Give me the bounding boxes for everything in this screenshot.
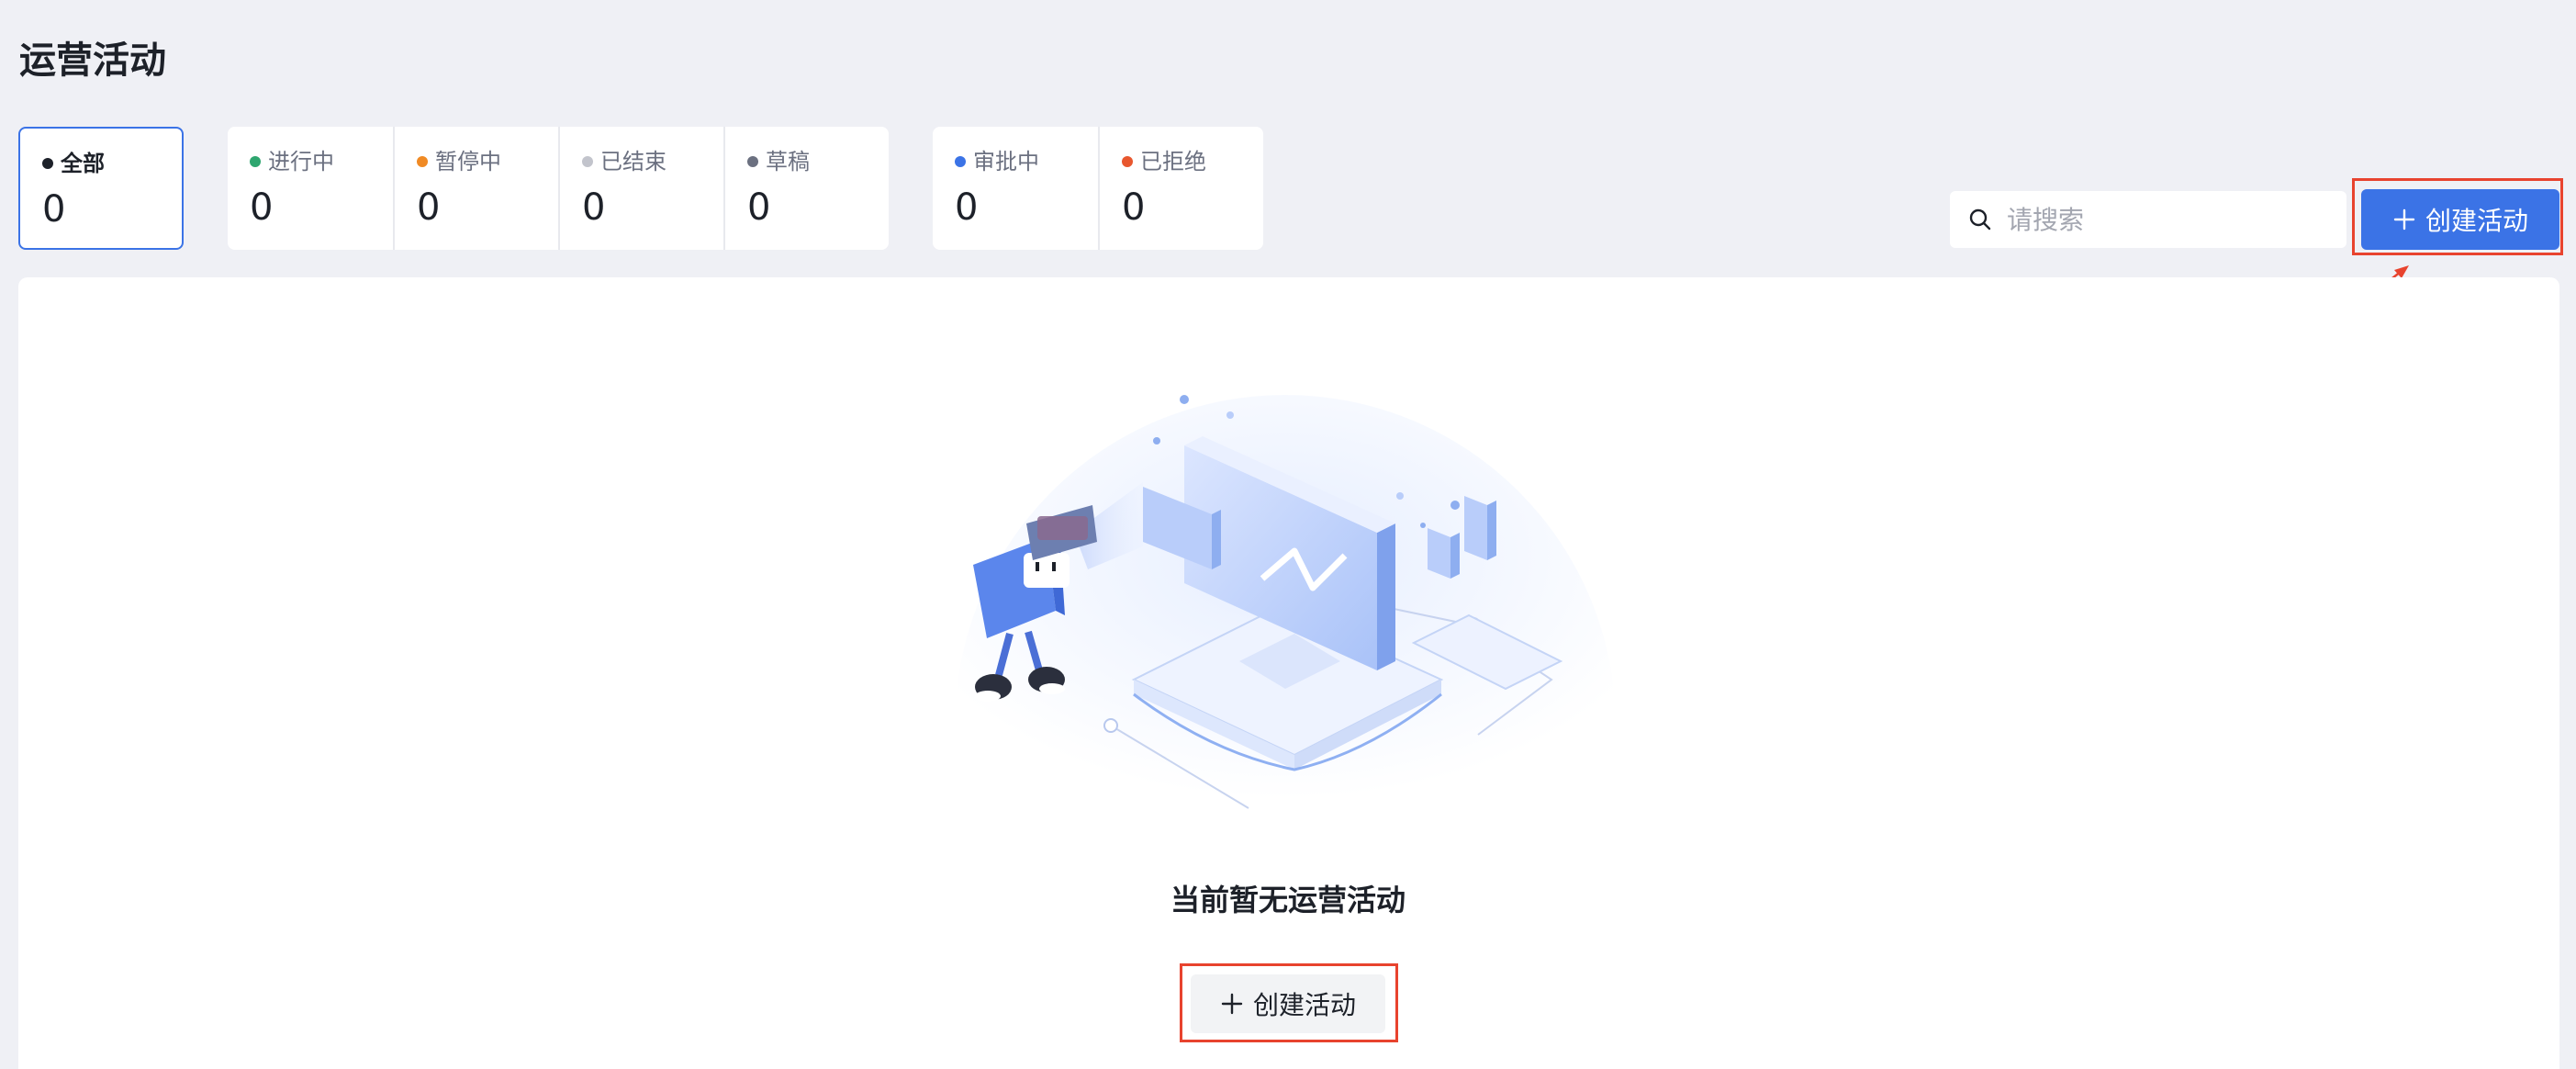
tab-group-approval: 审批中 0 已拒绝 0 (933, 127, 1263, 250)
status-dot (250, 156, 261, 167)
search-icon (1966, 206, 1994, 233)
tab-label: 草稿 (766, 149, 810, 174)
tab-head: 审批中 (955, 147, 1039, 176)
status-dot (747, 156, 758, 167)
tab-head: 进行中 (250, 147, 334, 176)
search-input[interactable] (2005, 203, 2330, 236)
tab-group-all: 全部 0 (18, 127, 184, 250)
annotation-highlight-box (2352, 178, 2563, 255)
tab-count: 0 (417, 186, 441, 229)
tab-count: 0 (1122, 186, 1146, 229)
tab-label: 审批中 (973, 149, 1039, 174)
status-dot (955, 156, 966, 167)
tab-all[interactable]: 全部 0 (18, 127, 184, 250)
tab-label: 已结束 (600, 149, 666, 174)
tab-count: 0 (42, 188, 66, 231)
tab-head: 全部 (42, 149, 105, 178)
tab-approving[interactable]: 审批中 0 (933, 127, 1098, 250)
tab-ended[interactable]: 已结束 0 (558, 127, 723, 250)
tab-paused[interactable]: 暂停中 0 (393, 127, 558, 250)
tab-head: 草稿 (747, 147, 810, 176)
search-box (1950, 191, 2346, 248)
tab-count: 0 (955, 186, 979, 229)
empty-state-message: 当前暂无运营活动 (1170, 883, 1406, 917)
tab-rejected[interactable]: 已拒绝 0 (1098, 127, 1263, 250)
tab-count: 0 (250, 186, 274, 229)
tab-head: 暂停中 (417, 147, 501, 176)
tab-count: 0 (582, 186, 606, 229)
status-dot (1122, 156, 1133, 167)
empty-illustration-icon (955, 395, 1616, 809)
tab-in-progress[interactable]: 进行中 0 (228, 127, 393, 250)
tab-label: 已拒绝 (1140, 149, 1206, 174)
page-title: 运营活动 (19, 39, 166, 82)
tab-label: 全部 (61, 151, 105, 176)
tab-head: 已结束 (582, 147, 666, 176)
tab-head: 已拒绝 (1122, 147, 1206, 176)
status-dot (42, 158, 53, 169)
tab-draft[interactable]: 草稿 0 (723, 127, 889, 250)
tab-label: 暂停中 (435, 149, 501, 174)
tab-group-status: 进行中 0 暂停中 0 已结束 0 草稿 0 (228, 127, 889, 250)
annotation-highlight-box (1180, 963, 1398, 1042)
tab-count: 0 (747, 186, 771, 229)
tab-label: 进行中 (268, 149, 334, 174)
status-dot (582, 156, 593, 167)
status-dot (417, 156, 428, 167)
